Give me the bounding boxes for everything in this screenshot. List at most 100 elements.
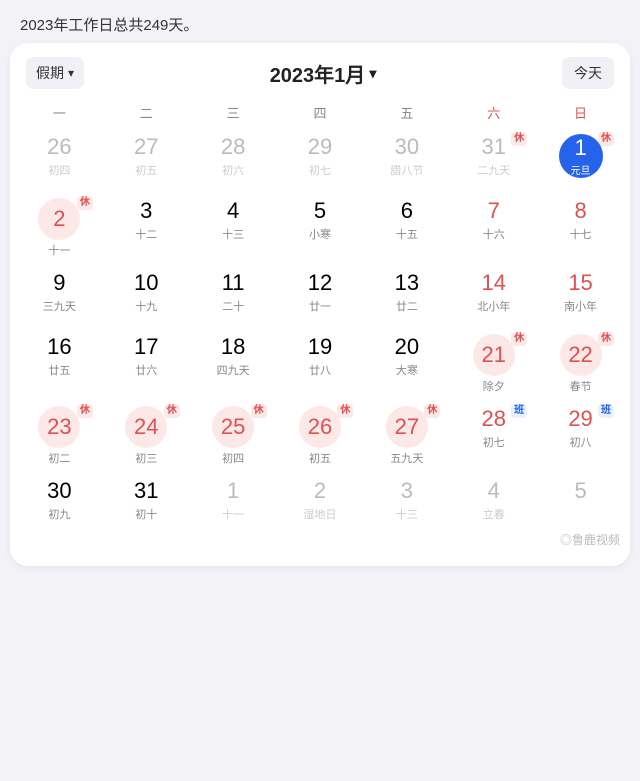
day-cell[interactable]: 19廿八 <box>277 330 364 400</box>
day-number: 28 <box>481 406 505 432</box>
day-number: 3 <box>140 198 152 224</box>
day-cell[interactable]: 3 十三 <box>363 474 450 536</box>
day-cell[interactable]: 休21除夕 <box>450 330 537 400</box>
day-number: 27 <box>134 134 158 160</box>
day-cell[interactable]: 班29初八 <box>537 402 624 472</box>
day-cell[interactable]: 18 四九天 <box>190 330 277 400</box>
day-lunar: 元旦 <box>571 162 591 177</box>
day-lunar: 十六 <box>483 226 505 242</box>
today-button[interactable]: 今天 <box>562 57 614 89</box>
day-cell[interactable]: 4十三 <box>190 194 277 264</box>
day-number: 30 <box>47 478 71 504</box>
day-cell[interactable]: 3十二 <box>103 194 190 264</box>
day-cell[interactable]: 12廿一 <box>277 266 364 328</box>
day-lunar: 腊八节 <box>390 162 423 178</box>
rest-badge: 休 <box>511 132 527 146</box>
day-cell[interactable]: 11二十 <box>190 266 277 328</box>
day-cell[interactable]: 28初六 <box>190 130 277 192</box>
day-lunar: 十三 <box>222 226 244 242</box>
day-number: 10 <box>134 270 158 296</box>
rest-badge: 休 <box>598 132 614 146</box>
day-number: 5 <box>314 198 326 224</box>
day-lunar: 大寒 <box>396 362 418 378</box>
day-number: 7 <box>488 198 500 224</box>
day-cell[interactable]: 16廿五 <box>16 330 103 400</box>
day-number: 1 <box>227 478 239 504</box>
chevron-down-icon-month: ▾ <box>369 65 376 82</box>
day-cell[interactable]: 9三九天 <box>16 266 103 328</box>
day-number: 12 <box>308 270 332 296</box>
weekday-label: 三 <box>190 99 277 126</box>
rest-badge: 休 <box>337 404 353 418</box>
day-cell[interactable]: 4立春 <box>450 474 537 536</box>
day-lunar: 北小年 <box>477 298 510 314</box>
day-cell[interactable]: 休23初二 <box>16 402 103 472</box>
day-cell[interactable]: 5小寒 <box>277 194 364 264</box>
day-cell[interactable]: 17廿六 <box>103 330 190 400</box>
day-lunar: 十五 <box>396 226 418 242</box>
day-lunar: 四九天 <box>217 362 250 378</box>
day-cell[interactable]: 休26 初五 <box>277 402 364 472</box>
day-cell[interactable]: 1十一 <box>190 474 277 536</box>
day-lunar: 十三 <box>396 506 418 522</box>
holiday-circle: 22 <box>560 334 602 376</box>
day-number: 15 <box>568 270 592 296</box>
day-cell[interactable]: 30腊八节 <box>363 130 450 192</box>
holiday-circle: 26 <box>299 406 341 448</box>
day-number: 23 <box>47 414 71 440</box>
day-cell[interactable]: 休27五九天 <box>363 402 450 472</box>
day-cell[interactable]: 7 十六 <box>450 194 537 264</box>
day-cell[interactable]: 13廿二 <box>363 266 450 328</box>
day-lunar: 初九 <box>48 506 70 522</box>
day-cell[interactable]: 6 十五 <box>363 194 450 264</box>
day-lunar: 南小年 <box>564 298 597 314</box>
day-lunar: 十一 <box>48 242 70 258</box>
holiday-circle: 27 <box>386 406 428 448</box>
day-cell[interactable]: 班28初七 <box>450 402 537 472</box>
day-number: 25 <box>221 414 245 440</box>
day-cell[interactable]: 14 北小年 <box>450 266 537 328</box>
day-cell[interactable]: 休31二九天 <box>450 130 537 192</box>
day-lunar: 廿八 <box>309 362 331 378</box>
day-number: 18 <box>221 334 245 360</box>
day-cell[interactable]: 27初五 <box>103 130 190 192</box>
weekday-label: 六 <box>450 99 537 126</box>
rest-badge: 休 <box>251 404 267 418</box>
day-number: 3 <box>401 478 413 504</box>
day-lunar: 初五 <box>309 450 331 466</box>
month-title[interactable]: 2023年1月 ▾ <box>270 59 377 88</box>
holiday-filter-button[interactable]: 假期 ▾ <box>26 57 84 89</box>
day-cell[interactable]: 29初七 <box>277 130 364 192</box>
holiday-circle: 23 <box>38 406 80 448</box>
day-number: 29 <box>568 406 592 432</box>
day-cell[interactable]: 休22春节 <box>537 330 624 400</box>
day-cell[interactable]: 2湿地日 <box>277 474 364 536</box>
day-number: 26 <box>47 134 71 160</box>
day-cell[interactable]: 30 初九 <box>16 474 103 536</box>
day-cell[interactable]: 8十七 <box>537 194 624 264</box>
weekday-label: 五 <box>363 99 450 126</box>
holiday-btn-label: 假期 <box>36 63 64 83</box>
top-info-bar: 2023年工作日总共249天。 <box>0 0 640 43</box>
day-number: 14 <box>481 270 505 296</box>
day-cell[interactable]: 10 十九 <box>103 266 190 328</box>
day-number: 31 <box>481 134 505 160</box>
day-cell[interactable]: 休25初四 <box>190 402 277 472</box>
day-cell[interactable]: 休2十一 <box>16 194 103 264</box>
day-number: 6 <box>401 198 413 224</box>
day-number: 31 <box>134 478 158 504</box>
day-cell[interactable]: 15 南小年 <box>537 266 624 328</box>
weekday-label: 二 <box>103 99 190 126</box>
day-cell[interactable]: 20大寒 <box>363 330 450 400</box>
day-cell[interactable]: 休24初三 <box>103 402 190 472</box>
rest-badge: 休 <box>164 404 180 418</box>
holiday-circle: 24 <box>125 406 167 448</box>
day-cell[interactable]: 休1元旦 <box>537 130 624 192</box>
day-cell[interactable]: 31初十 <box>103 474 190 536</box>
day-lunar: 初七 <box>309 162 331 178</box>
day-cell[interactable]: 26初四 <box>16 130 103 192</box>
day-cell[interactable]: 5 <box>537 474 624 536</box>
day-lunar: 十九 <box>135 298 157 314</box>
weekday-header: 一二三四五六日 <box>10 99 630 126</box>
day-lunar: 廿六 <box>135 362 157 378</box>
